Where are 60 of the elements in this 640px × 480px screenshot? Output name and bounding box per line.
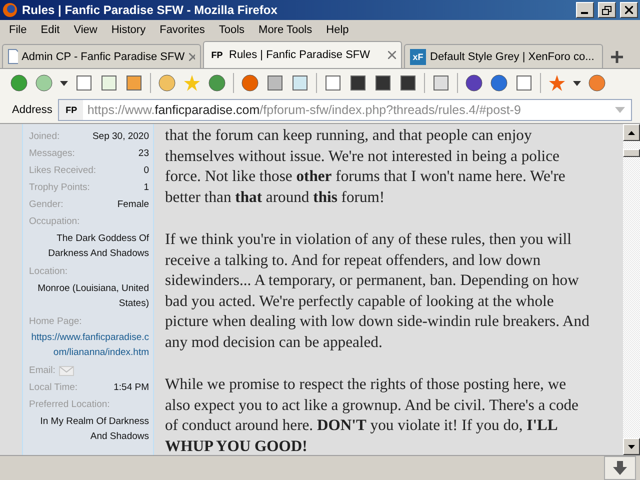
down-arrow-icon: [628, 444, 635, 448]
close-icon[interactable]: [388, 51, 396, 59]
download-icon: [613, 461, 627, 475]
field-label: Messages:: [29, 148, 75, 159]
address-label: Address: [12, 104, 52, 116]
star-icon[interactable]: [183, 74, 201, 92]
field-label: Trophy Points:: [29, 182, 90, 193]
field-label: Preferred Location:: [29, 399, 110, 410]
scroll-down-button[interactable]: [623, 438, 640, 455]
address-field[interactable]: FP https://www.fanficparadise.com/fpforum-sfw/index.php?threads/rules.4/#post-9: [58, 99, 632, 121]
up-arrow-icon: [628, 130, 635, 134]
field-label: Email:: [29, 365, 56, 376]
field-value: In My Realm Of Darkness And Shadows: [39, 415, 149, 444]
field-value: 23: [138, 148, 149, 159]
field-label: Gender:: [29, 199, 64, 210]
restore-button[interactable]: [598, 2, 616, 18]
menu-item[interactable]: Tools: [212, 24, 252, 36]
dropdown-icon[interactable]: [60, 80, 68, 86]
menu-item[interactable]: History: [104, 24, 153, 36]
field-value: Female: [117, 199, 149, 210]
post-paragraph: While we promise to respect the rights of those posting here, we also expect you to act like a grownup. And be civil. There's a code of conduct around here. DON'T you violate it! If you do, I'LL WHUP YOU GOOD!: [165, 375, 580, 455]
site-favicon: FP: [59, 100, 84, 120]
minimize-button[interactable]: [576, 2, 594, 18]
post-paragraph: If we think you're in violation of any of these rules, then you will receive a talking to. And for repeat offenders, and low down sidewinders... A temporary, or permanent, ban. Depending on how bad you acted. We're perfectly capable of looking at the whole picture when dealing with low down side-windin rule breakers. And any mod decision can be appealed.: [165, 230, 590, 352]
url-text: https://www.fanficparadise.com/fpforum-sfw/index.php?threads/rules.4/#post-9: [87, 103, 521, 117]
field-label: Joined:: [29, 131, 60, 142]
field-label: Likes Received:: [29, 165, 96, 176]
site-favicon: xF: [410, 48, 426, 64]
page-icon: [8, 49, 18, 64]
field-label: Location:: [29, 266, 68, 277]
browser-tab[interactable]: FP Rules | Fanfic Paradise SFW: [203, 41, 402, 68]
download-button[interactable]: [604, 456, 636, 480]
browser-tab[interactable]: xF Default Style Grey | XenForo co...: [404, 44, 603, 68]
window-title: Rules | Fanfic Paradise SFW - Mozilla Firefox: [22, 3, 278, 17]
menu-item[interactable]: Favorites: [152, 24, 212, 36]
field-value: 0: [144, 165, 149, 176]
close-icon: [625, 6, 633, 14]
field-value: 1: [144, 182, 149, 193]
field-value: Sep 30, 2020: [92, 131, 149, 142]
close-button[interactable]: [620, 2, 638, 18]
close-icon[interactable]: [188, 52, 195, 60]
field-value: The Dark Goddess Of Darkness And Shadows: [47, 232, 149, 261]
menu-item[interactable]: File: [2, 24, 34, 36]
menu-item[interactable]: Help: [319, 24, 356, 36]
menu-item[interactable]: Edit: [34, 24, 67, 36]
browser-tab[interactable]: Admin CP - Fanfic Paradise SFW: [2, 44, 201, 68]
home-page-link[interactable]: https://www.fanficparadise.com/liananna/index.htm: [29, 330, 149, 362]
field-label: Home Page:: [29, 316, 82, 327]
field-value: Monroe (Louisiana, United States): [36, 282, 149, 311]
dropdown-icon[interactable]: [573, 80, 581, 86]
restore-icon: [602, 6, 612, 14]
post-paragraph: that the forum can keep running, and that people can enjoy themselves without issue. We're not interested in being a police force. Not like those other forums that I won't name here. We're better than that around this forum!: [165, 126, 566, 208]
menu-item[interactable]: View: [66, 24, 104, 36]
field-label: Occupation:: [29, 216, 80, 227]
scrollbar-thumb[interactable]: [623, 149, 640, 157]
menu-item[interactable]: More Tools: [252, 24, 320, 36]
field-label: Local Time:: [29, 382, 78, 393]
field-value: 1:54 PM: [114, 382, 149, 393]
scroll-up-button[interactable]: [623, 124, 640, 141]
site-favicon: FP: [210, 49, 224, 62]
